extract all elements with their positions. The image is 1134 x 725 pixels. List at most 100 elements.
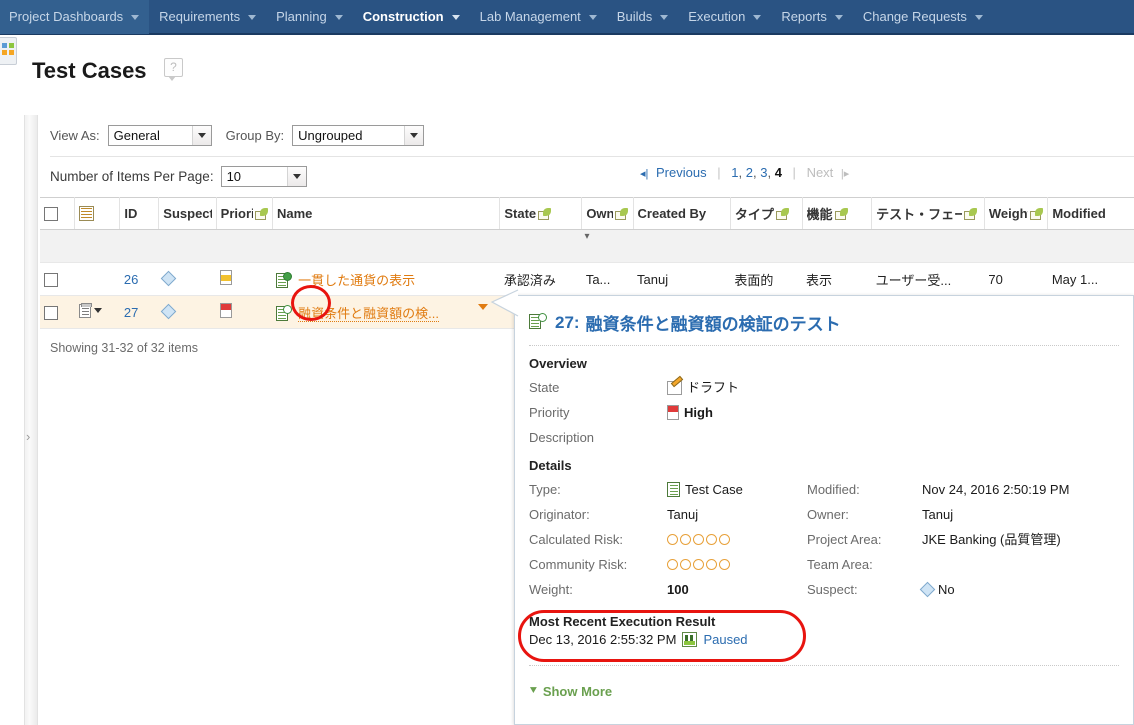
row-checkbox[interactable]	[44, 305, 58, 320]
page-link-2[interactable]: 2	[746, 165, 753, 180]
view-as-value: General	[113, 128, 160, 143]
header-label: Created By	[637, 206, 707, 221]
row-checkbox-cell[interactable]	[40, 295, 75, 329]
header-modified[interactable]: Modified	[1047, 197, 1134, 230]
previous-arrow-icon[interactable]: ◂|	[640, 168, 648, 180]
suspect-value-text: No	[938, 582, 955, 597]
show-more-button[interactable]: ⯆ Show More	[527, 676, 1119, 699]
row-id-cell[interactable]: 27	[119, 295, 159, 329]
header-label: ID	[124, 206, 138, 221]
id-link[interactable]: 26	[124, 272, 138, 287]
select-all-checkbox[interactable]	[44, 207, 58, 222]
header-label: Name	[276, 206, 313, 221]
chevron-down-icon	[248, 15, 257, 20]
row-owner-cell: Ta...	[581, 262, 634, 296]
preview-state-row: State ドラフト	[527, 375, 1119, 400]
row-weight-cell: 70	[984, 262, 1048, 296]
test-case-icon[interactable]	[276, 304, 293, 321]
row-checkbox[interactable]	[44, 272, 58, 287]
header-created-by[interactable]: Created By	[633, 197, 731, 230]
group-by-value: Ungrouped	[298, 128, 363, 143]
header-label: Modified	[1052, 206, 1106, 221]
team-area-label: Team Area:	[807, 557, 873, 572]
table-row[interactable]: 26 一貫した通貨の表示 承認済み Ta... Tanuj 表面的 表示 ユーザ…	[40, 262, 1134, 296]
preview-title: 27: 融資条件と融資額の検証のテスト	[527, 306, 1119, 345]
nav-item-lab-management[interactable]: Lab Management	[470, 0, 607, 34]
name-dropdown-caret-icon[interactable]	[478, 304, 488, 310]
nav-item-project-dashboards[interactable]: Project Dashboards	[0, 0, 150, 34]
filter-icon[interactable]	[615, 207, 629, 220]
chevron-down-icon	[451, 15, 460, 20]
priority-high-icon	[220, 303, 233, 318]
help-icon[interactable]: ?	[164, 58, 183, 81]
nav-item-planning[interactable]: Planning	[266, 0, 353, 34]
group-by-label: Group By:	[225, 128, 285, 143]
header-owner[interactable]: Owner	[581, 197, 634, 230]
filter-icon[interactable]	[834, 207, 848, 220]
page-link-4-current[interactable]: 4	[775, 165, 782, 180]
draft-icon	[667, 380, 682, 395]
filter-icon[interactable]	[254, 207, 268, 220]
table-config-icon[interactable]	[79, 205, 95, 221]
nav-item-construction[interactable]: Construction	[353, 0, 470, 34]
nav-item-execution[interactable]: Execution	[678, 0, 771, 34]
app-switcher-tab[interactable]	[0, 37, 17, 65]
preview-originator-owner-row: Originator: Tanuj Owner: Tanuj	[527, 502, 1119, 527]
suspect-diamond-icon	[160, 270, 177, 286]
subheader-cell[interactable]: ▾	[40, 229, 1134, 263]
project-area-label: Project Area:	[807, 532, 882, 547]
row-action-menu[interactable]	[78, 302, 102, 318]
chevron-down-icon[interactable]	[93, 308, 102, 313]
items-per-page-label: Number of Items Per Page:	[50, 169, 214, 184]
preview-weight-suspect-row: Weight: 100 Suspect: No	[527, 577, 1119, 602]
header-name[interactable]: Name	[272, 197, 501, 230]
header-state[interactable]: State	[499, 197, 583, 230]
view-as-select[interactable]: General	[107, 125, 212, 146]
suspect-label: Suspect:	[807, 582, 858, 597]
filter-icon[interactable]	[538, 207, 552, 220]
header-label: Weight	[988, 206, 1029, 221]
nav-item-reports[interactable]: Reports	[771, 0, 853, 34]
row-menu-cell[interactable]	[74, 295, 120, 329]
filter-icon[interactable]	[775, 207, 789, 220]
suspect-diamond-icon	[160, 303, 177, 319]
header-test-phase-jp[interactable]: テスト・フェー	[871, 197, 985, 230]
document-icon	[78, 302, 92, 318]
nav-item-label: Builds	[616, 9, 653, 24]
row-priority-cell	[216, 295, 273, 329]
preview-divider	[529, 345, 1119, 346]
nav-item-change-requests[interactable]: Change Requests	[853, 0, 993, 34]
side-panel-collapsed-strip[interactable]	[24, 115, 38, 725]
header-id[interactable]: ID	[119, 197, 160, 230]
chevron-down-icon	[660, 15, 669, 20]
left-rail	[0, 35, 19, 725]
header-suspect[interactable]: Suspect	[158, 197, 217, 230]
header-function-jp[interactable]: 機能	[802, 197, 873, 230]
originator-value: Tanuj	[667, 507, 699, 522]
row-checkbox-cell[interactable]	[40, 262, 75, 296]
chevron-right-icon[interactable]: ›	[26, 430, 30, 443]
header-label: Priority	[220, 206, 253, 221]
project-area-value: JKE Banking (品質管理)	[922, 532, 1061, 547]
nav-item-requirements[interactable]: Requirements	[149, 0, 266, 34]
nav-item-label: Reports	[781, 9, 827, 24]
header-weight[interactable]: Weight	[984, 197, 1049, 230]
filter-icon[interactable]	[964, 207, 978, 220]
row-id-cell[interactable]: 26	[119, 262, 159, 296]
modified-label: Modified:	[807, 482, 860, 497]
filter-icon[interactable]	[1030, 207, 1044, 220]
nav-item-builds[interactable]: Builds	[607, 0, 678, 34]
header-select-all[interactable]	[40, 197, 76, 230]
id-link[interactable]: 27	[124, 305, 138, 320]
group-by-select[interactable]: Ungrouped	[292, 125, 425, 146]
pager: ◂| Previous | 1, 2, 3, 4 | Next |▸	[640, 165, 850, 180]
modified-value: Nov 24, 2016 2:50:19 PM	[922, 482, 1070, 497]
pager-separator: |	[717, 165, 721, 180]
items-per-page-select[interactable]: 10	[220, 166, 307, 187]
priority-high-icon	[667, 405, 679, 420]
header-priority[interactable]: Priority	[216, 197, 273, 230]
chevron-down-icon[interactable]: ▾	[584, 232, 589, 242]
header-type-jp[interactable]: タイプ	[730, 197, 803, 230]
previous-page-link[interactable]: Previous	[656, 165, 707, 180]
page-title: Test Cases	[32, 58, 147, 83]
